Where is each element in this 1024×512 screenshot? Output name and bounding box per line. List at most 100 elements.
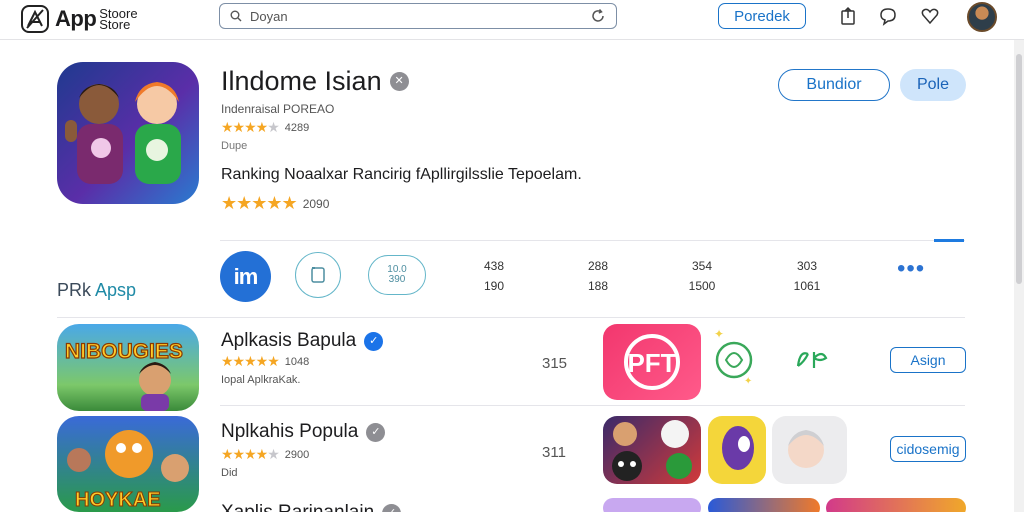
verified-icon: ✓ bbox=[382, 503, 402, 512]
verified-icon: ✓ bbox=[366, 422, 386, 442]
stat-bottom: 188 bbox=[587, 279, 609, 293]
verified-icon: ✓ bbox=[364, 331, 384, 351]
hero-app-icon[interactable] bbox=[57, 62, 199, 204]
list-item-title-text[interactable]: Nplkahis Popula bbox=[221, 421, 358, 443]
stat-column: 354 1500 bbox=[677, 256, 727, 296]
svg-text:✦: ✦ bbox=[714, 327, 724, 341]
more-options-icon[interactable]: ••• bbox=[897, 257, 925, 281]
search-input[interactable]: Doyan bbox=[250, 9, 590, 24]
game-tile[interactable] bbox=[826, 498, 966, 512]
game-collage-tile[interactable] bbox=[603, 416, 701, 484]
hero-primary-button[interactable]: Bundior bbox=[778, 69, 890, 101]
list-item-title-text[interactable]: Aplkasis Bapula bbox=[221, 330, 356, 352]
doll-app-icon bbox=[788, 430, 824, 468]
app-store-logo[interactable]: App Stoore Store bbox=[20, 4, 138, 34]
section-divider bbox=[220, 405, 965, 406]
list-item-rank: 311 bbox=[542, 444, 566, 461]
section-label-a: PRk bbox=[57, 280, 96, 300]
heart-icon[interactable] bbox=[920, 6, 940, 26]
star-rating-icon: ★★★★★ bbox=[221, 193, 298, 213]
leaf-badge-icon[interactable]: ✦ ✦ bbox=[712, 326, 756, 386]
top-action-button[interactable]: Poredek bbox=[718, 3, 806, 29]
square-outline-button[interactable] bbox=[295, 252, 341, 298]
stat-top: 354 bbox=[691, 259, 713, 273]
purple-tile[interactable] bbox=[603, 498, 701, 512]
chat-icon[interactable] bbox=[878, 6, 898, 26]
search-icon bbox=[230, 10, 242, 22]
logo-store-text: Stoore Store bbox=[99, 7, 137, 32]
game-artwork: NIBOUGIES bbox=[64, 339, 183, 411]
page-scrollbar[interactable] bbox=[1014, 40, 1024, 512]
hero-title: Ilndome Isian ✕ bbox=[221, 66, 409, 97]
logo-app-text: App bbox=[55, 6, 97, 31]
list-item-subtitle: Iopal AplkraKak. bbox=[221, 374, 301, 386]
svg-text:HOYKAE: HOYKAE bbox=[75, 489, 161, 511]
list-item-icon[interactable]: HOYKAE bbox=[57, 416, 199, 512]
scrollbar-thumb[interactable] bbox=[1016, 54, 1022, 284]
stat-bottom: 190 bbox=[483, 279, 505, 293]
list-item-icon[interactable]: NIBOUGIES bbox=[57, 324, 199, 411]
hero-secondary-button[interactable]: Pole bbox=[900, 69, 966, 101]
stat-top: 438 bbox=[483, 259, 505, 273]
search-field[interactable]: Doyan bbox=[219, 3, 617, 29]
hero-app-artwork bbox=[65, 82, 181, 184]
list-item-button[interactable]: cidosemig bbox=[890, 436, 966, 462]
star-rating-icon: ★★★★★ bbox=[221, 119, 280, 135]
list-item-rating-count: 1048 bbox=[284, 355, 310, 368]
list-item-subtitle: Did bbox=[221, 467, 238, 479]
svg-text:NIBOUGIES: NIBOUGIES bbox=[65, 340, 183, 363]
list-item-rank: 315 bbox=[542, 355, 568, 372]
list-item-button[interactable]: Asign bbox=[890, 347, 966, 373]
alien-app-icon bbox=[722, 426, 754, 470]
hero-rating-count: 4289 bbox=[284, 121, 310, 134]
score-pill-button[interactable]: 10.0 390 bbox=[368, 255, 426, 295]
featured-tile-text: PFT bbox=[627, 348, 677, 378]
hero-type: Dupe bbox=[221, 140, 248, 152]
section-label-b: Apsp bbox=[95, 280, 137, 300]
stat-column: 438 190 bbox=[469, 256, 519, 296]
hero-ranking-text: Ranking Noaalxar Rancirig fApllirgilssli… bbox=[221, 166, 582, 183]
hero-rating: ★★★★★ 4289 bbox=[221, 119, 309, 136]
featured-tile[interactable]: PFT bbox=[603, 324, 701, 400]
list-item-rating-count: 2900 bbox=[284, 448, 310, 461]
stat-bottom: 1500 bbox=[688, 279, 716, 293]
hero-title-text: Ilndome Isian bbox=[221, 66, 382, 96]
hero-rating-count-2: 2090 bbox=[302, 196, 330, 211]
frame-icon bbox=[311, 267, 325, 283]
hero-developer[interactable]: Indenraisal POREAO bbox=[221, 102, 334, 116]
section-label: PRk Apsp bbox=[57, 280, 136, 301]
verified-icon: ✕ bbox=[389, 72, 409, 91]
stat-bottom: 1061 bbox=[793, 279, 821, 293]
list-item-rating: ★★★★★ 2900 bbox=[221, 446, 309, 463]
active-indicator bbox=[934, 239, 964, 242]
section-divider bbox=[57, 317, 965, 318]
app-store-logo-icon bbox=[21, 5, 49, 33]
list-item-rating: ★★★★★ 1048 bbox=[221, 353, 309, 370]
top-bar: App Stoore Store Doyan Poredek bbox=[0, 0, 1024, 40]
sprout-icon[interactable] bbox=[794, 346, 830, 372]
game-collage-artwork bbox=[612, 420, 692, 481]
score-pill-bottom: 390 bbox=[388, 274, 406, 285]
stat-column: 303 1061 bbox=[782, 256, 832, 296]
share-icon[interactable] bbox=[838, 6, 858, 26]
user-avatar[interactable] bbox=[967, 2, 997, 32]
stat-top: 303 bbox=[796, 259, 818, 273]
section-divider bbox=[220, 240, 965, 241]
star-rating-icon: ★★★★★ bbox=[221, 353, 280, 369]
category-circle-button[interactable]: im bbox=[220, 251, 271, 302]
list-item-title[interactable]: Xaplis Rarinanlain ✓ bbox=[221, 502, 402, 512]
refresh-icon[interactable] bbox=[590, 8, 606, 24]
list-item-title-text[interactable]: Xaplis Rarinanlain bbox=[221, 502, 374, 512]
star-rating-icon: ★★★★★ bbox=[221, 446, 280, 462]
game-artwork: HOYKAE bbox=[67, 430, 189, 512]
stat-column: 288 188 bbox=[573, 256, 623, 296]
list-item-title[interactable]: Aplkasis Bapula ✓ bbox=[221, 330, 384, 352]
logo-line-2: Store bbox=[99, 17, 131, 32]
doll-app-tile[interactable] bbox=[772, 416, 847, 484]
svg-text:✦: ✦ bbox=[744, 376, 752, 386]
game-tile[interactable] bbox=[708, 498, 820, 512]
hero-rating-large: ★★★★★ 2090 bbox=[221, 193, 329, 214]
alien-app-tile[interactable] bbox=[708, 416, 766, 484]
stat-top: 288 bbox=[587, 259, 609, 273]
list-item-title[interactable]: Nplkahis Popula ✓ bbox=[221, 421, 386, 443]
